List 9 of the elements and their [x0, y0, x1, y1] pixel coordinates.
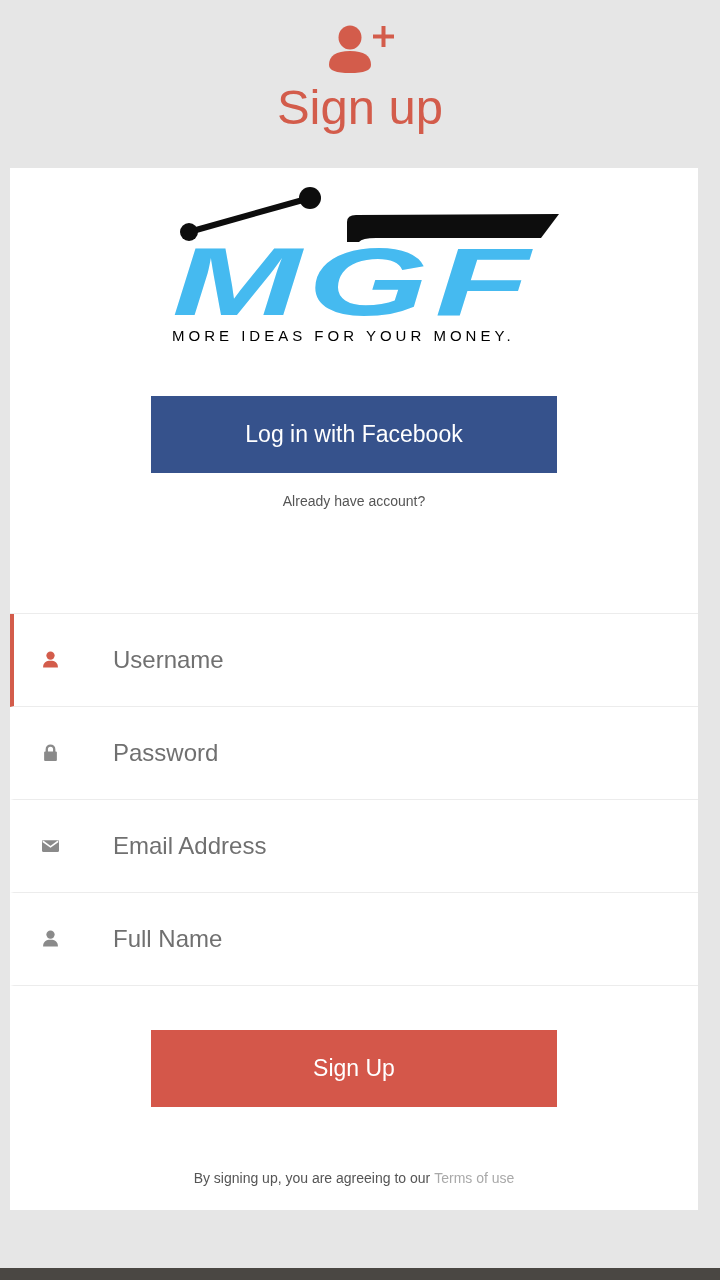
- login-link[interactable]: Already have account?: [282, 491, 426, 511]
- user-plus-icon: [329, 25, 395, 73]
- sign-up-button[interactable]: Sign Up: [151, 1030, 557, 1107]
- facebook-login-button[interactable]: Log in with Facebook: [151, 396, 557, 473]
- terms-text: By signing up, you are agreeing to our Terms of use: [193, 1169, 515, 1188]
- logo-tagline: MORE IDEAS FOR YOUR MONEY.: [172, 327, 515, 345]
- page-title: Sign up: [276, 83, 444, 132]
- input-field[interactable]: Username: [10, 614, 698, 707]
- logo-wordmark: MGF: [172, 246, 537, 319]
